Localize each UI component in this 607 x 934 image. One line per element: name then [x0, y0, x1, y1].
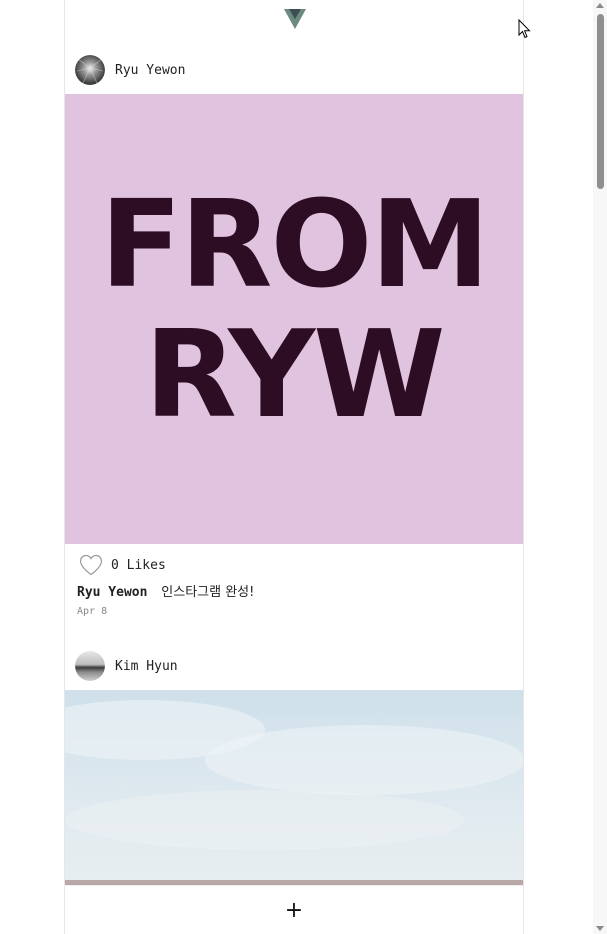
vue-logo-icon[interactable] [283, 8, 307, 30]
avatar-landscape-icon [75, 651, 105, 681]
post-header: Kim Hyun [65, 646, 523, 686]
bottom-nav-bar: + [65, 885, 523, 934]
post-username[interactable]: Kim Hyun [115, 659, 178, 674]
avatar[interactable] [75, 651, 105, 681]
caption-text: 인스타그램 완성! [161, 585, 255, 600]
likes-row: 0 Likes [79, 554, 166, 576]
scroll-thumb[interactable] [597, 14, 604, 189]
post-image[interactable] [65, 690, 523, 885]
add-post-button[interactable]: + [285, 899, 303, 922]
post-username[interactable]: Ryu Yewon [115, 63, 185, 78]
scrollbar[interactable] [593, 0, 607, 934]
post-caption: Ryu Yewon 인스타그램 완성! [77, 581, 254, 600]
image-text-line1: FROM [100, 176, 490, 315]
heart-icon[interactable] [79, 554, 103, 576]
avatar[interactable] [75, 55, 105, 85]
scroll-down-arrow-icon[interactable] [596, 926, 604, 931]
feed-column: Ryu Yewon FROM RYW 0 Likes Ryu Yewon 인스타… [64, 0, 524, 934]
likes-count: 0 Likes [111, 557, 166, 573]
avatar-light-burst-icon [75, 55, 105, 85]
sky-clouds-image [65, 700, 523, 885]
image-text-line2: RYW [144, 306, 445, 445]
caption-username[interactable]: Ryu Yewon [77, 585, 147, 600]
mouse-cursor-icon [518, 19, 531, 39]
post-image[interactable]: FROM RYW [65, 94, 523, 544]
scroll-up-arrow-icon[interactable] [596, 3, 604, 8]
post-header: Ryu Yewon [65, 50, 523, 90]
post-date: Apr 8 [77, 606, 108, 617]
page: Ryu Yewon FROM RYW 0 Likes Ryu Yewon 인스타… [0, 0, 607, 934]
